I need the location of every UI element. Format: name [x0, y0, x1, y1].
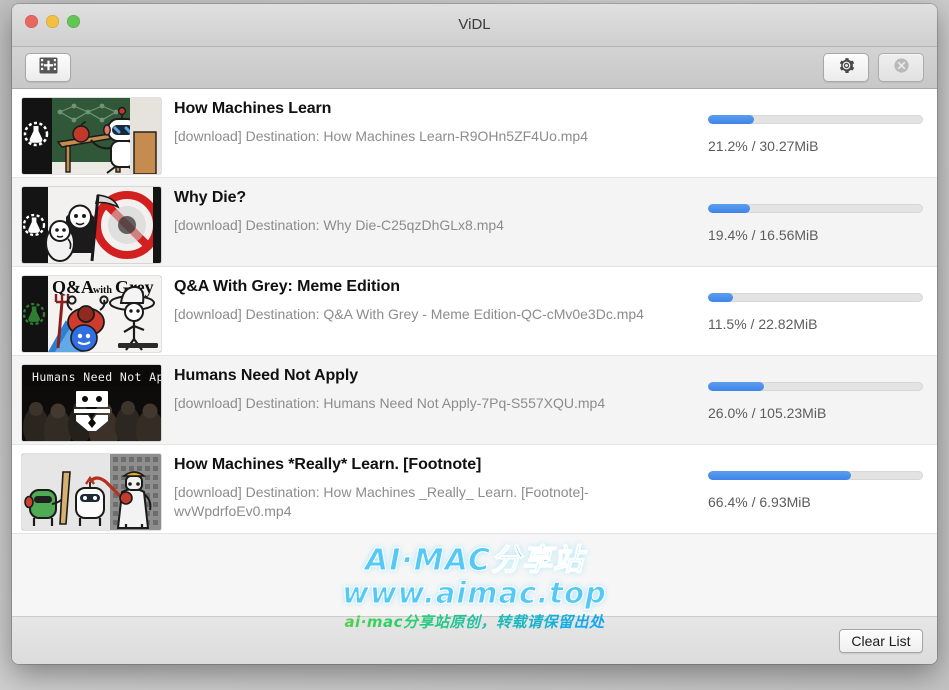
add-video-button[interactable] [25, 53, 71, 82]
progress-fill [708, 293, 733, 302]
download-row[interactable]: How Machines Learn [download] Destinatio… [12, 89, 937, 178]
download-row[interactable]: How Machines *Really* Learn. [Footnote] … [12, 445, 937, 534]
thumb-grim-reaper-baby [22, 187, 161, 263]
progress-bar [708, 204, 923, 213]
download-meta: How Machines Learn [download] Destinatio… [161, 98, 708, 146]
download-destination: [download] Destination: Q&A With Grey - … [174, 306, 644, 322]
download-destination: [download] Destination: Humans Need Not … [174, 395, 606, 411]
download-meta: Humans Need Not Apply [download] Destina… [161, 365, 708, 413]
progress-stat: 21.2% / 30.27MiB [708, 138, 819, 154]
progress-stat: 19.4% / 16.56MiB [708, 227, 819, 243]
download-progress: 11.5% / 22.82MiB [708, 276, 923, 332]
progress-bar [708, 293, 923, 302]
progress-fill [708, 115, 754, 124]
download-title: How Machines Learn [174, 100, 332, 117]
title-bar: ViDL [12, 4, 937, 47]
video-thumbnail: Q&A with Grey [22, 276, 161, 352]
watermark-line-2: www.aimac.top [342, 576, 607, 610]
watermark-line-1: AI·MAC分享站 [365, 543, 584, 578]
download-meta: Q&A With Grey: Meme Edition [download] D… [161, 276, 708, 324]
thumb-robots-lab [22, 454, 161, 530]
svg-text:Humans Need Not Apply: Humans Need Not Apply [32, 370, 161, 384]
download-meta: How Machines *Really* Learn. [Footnote] … [161, 454, 708, 521]
download-destination: [download] Destination: How Machines Lea… [174, 128, 588, 144]
progress-stat: 11.5% / 22.82MiB [708, 316, 818, 332]
progress-fill [708, 382, 764, 391]
video-thumbnail [22, 454, 161, 530]
progress-bar [708, 115, 923, 124]
gear-icon [838, 57, 855, 79]
download-row[interactable]: Humans Need Not Apply Humans Need Not [12, 356, 937, 445]
download-destination: [download] Destination: How Machines _Re… [174, 484, 589, 519]
progress-fill [708, 204, 750, 213]
download-title: How Machines *Really* Learn. [Footnote] [174, 456, 482, 473]
download-progress: 26.0% / 105.23MiB [708, 365, 923, 421]
download-row[interactable]: Why Die? [download] Destination: Why Die… [12, 178, 937, 267]
video-thumbnail [22, 187, 161, 263]
download-meta: Why Die? [download] Destination: Why Die… [161, 187, 708, 235]
window-title: ViDL [458, 16, 491, 33]
progress-stat: 66.4% / 6.93MiB [708, 494, 811, 510]
add-video-icon [39, 57, 58, 79]
svg-text:with: with [93, 285, 112, 296]
progress-bar [708, 382, 923, 391]
footer-bar: ai·mac分享站原创，转载请保留出处 Clear List [12, 613, 937, 664]
progress-fill [708, 471, 851, 480]
cancel-icon [893, 57, 910, 79]
download-list[interactable]: How Machines Learn [download] Destinatio… [12, 89, 937, 616]
video-thumbnail [22, 98, 161, 174]
clear-list-button[interactable]: Clear List [839, 628, 923, 653]
thumb-qa-with-grey: Q&A with Grey [22, 276, 161, 352]
thumb-humans-need-not-apply: Humans Need Not Apply [22, 365, 161, 441]
download-progress: 66.4% / 6.93MiB [708, 454, 923, 510]
vidl-window: ViDL How Machines Learn [download] Desti… [12, 4, 937, 664]
download-title: Q&A With Grey: Meme Edition [174, 278, 400, 295]
progress-stat: 26.0% / 105.23MiB [708, 405, 827, 421]
svg-text:Q&A: Q&A [52, 277, 94, 297]
toolbar [12, 47, 937, 89]
download-row[interactable]: Q&A with Grey [12, 267, 937, 356]
settings-button[interactable] [823, 53, 869, 82]
download-destination: [download] Destination: Why Die-C25qzDhG… [174, 217, 504, 233]
watermark-overlay: AI·MAC分享站 www.aimac.top [12, 543, 937, 610]
desktop-background: ViDL How Machines Learn [download] Desti… [0, 0, 949, 690]
thumb-robot-teacher-chalkboard [22, 98, 161, 174]
progress-bar [708, 471, 923, 480]
video-thumbnail: Humans Need Not Apply [22, 365, 161, 441]
download-progress: 21.2% / 30.27MiB [708, 98, 923, 154]
download-title: Why Die? [174, 189, 247, 206]
cancel-downloads-button[interactable] [878, 53, 924, 82]
download-title: Humans Need Not Apply [174, 367, 358, 384]
download-progress: 19.4% / 16.56MiB [708, 187, 923, 243]
